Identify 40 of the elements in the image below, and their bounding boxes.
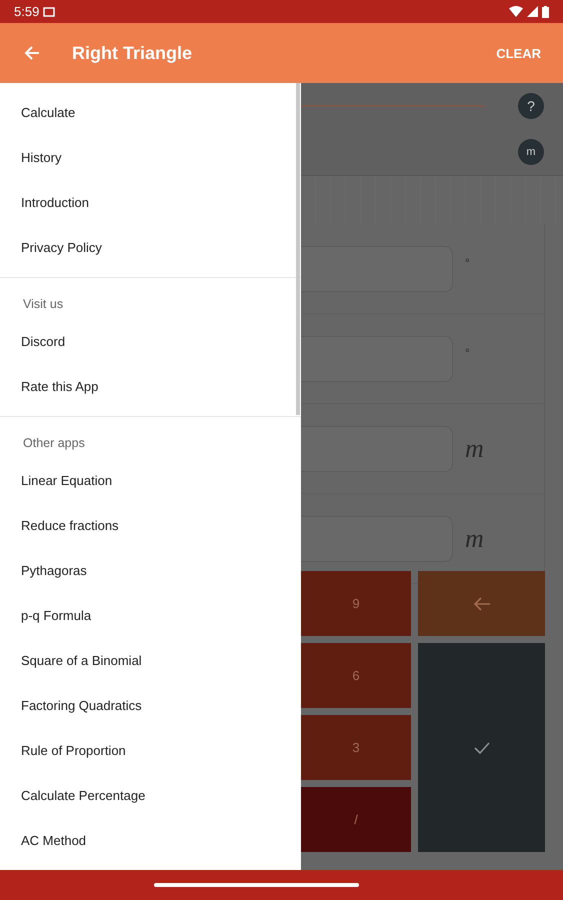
drawer-item[interactable]: Pythagoras [0,548,301,593]
drawer-item[interactable]: Square of a Binomial [0,638,301,683]
drawer-item[interactable]: Discord [0,319,301,364]
wifi-icon [509,6,523,17]
input-field[interactable] [301,246,453,292]
drawer-item[interactable]: Rate this App [0,364,301,409]
backspace-icon [472,596,490,610]
enter-key[interactable] [418,643,545,852]
drawer-item[interactable]: Factoring Quadratics [0,683,301,728]
drawer-item[interactable]: Privacy Policy [0,225,301,270]
status-time: 5:59 [14,4,40,19]
app-title: Right Triangle [72,42,194,64]
unit-label: ° [465,346,470,360]
unit-label: m [465,524,484,554]
drawer-item[interactable]: Introduction [0,180,301,225]
drawer-section-header: Other apps [22,435,86,452]
signal-icon [527,6,538,17]
back-button[interactable] [24,46,40,60]
back-arrow-icon [24,46,40,60]
drawer-item[interactable]: Calculate Percentage [0,773,301,818]
help-button[interactable]: ? [518,93,544,119]
drawer-item[interactable]: History [0,135,301,180]
drawer-item[interactable]: Calculate [0,90,301,135]
unit-label: m [465,434,484,464]
unit-label: ° [465,256,470,270]
drawer-item[interactable]: p-q Formula [0,593,301,638]
input-field[interactable] [301,336,453,382]
backspace-key[interactable] [418,571,545,636]
unit-button[interactable]: m [518,139,544,165]
battery-icon [542,6,549,18]
check-icon [474,742,490,754]
drawer-item[interactable]: Linear Equation [0,458,301,503]
home-indicator[interactable] [154,883,359,887]
screen-icon [43,6,56,16]
input-field[interactable] [301,516,453,562]
drawer-section-header: Visit us [22,296,64,313]
drawer-item[interactable]: AC Method [0,818,301,863]
input-field[interactable] [301,426,453,472]
drawer-item[interactable]: Reduce fractions [0,503,301,548]
drawer-item[interactable]: Rule of Proportion [0,728,301,773]
